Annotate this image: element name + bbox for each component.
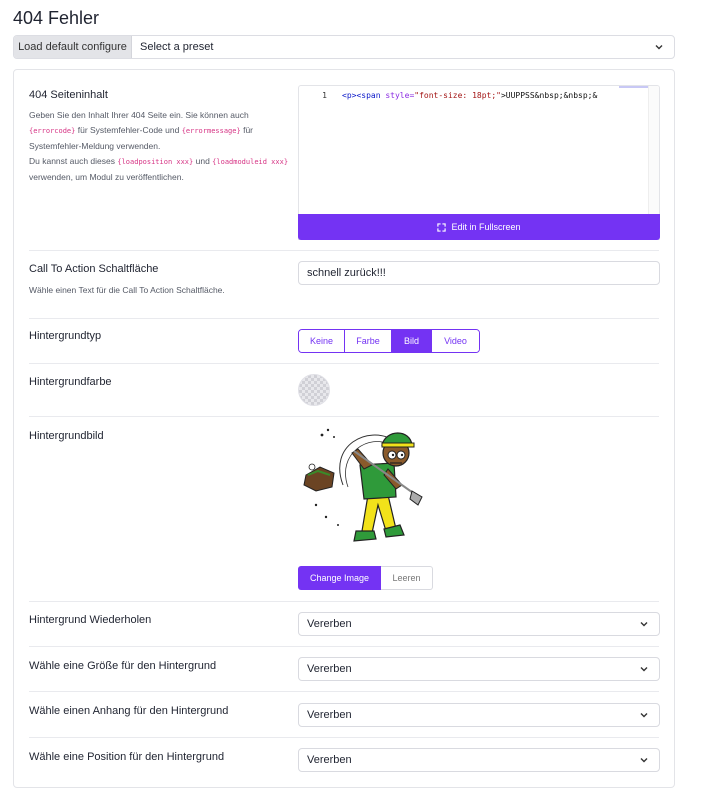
code-rest: >UUPPSS&nbsp;&nbsp;& — [500, 90, 598, 100]
cta-text-input[interactable] — [298, 261, 660, 285]
image-actions: Change Image Leeren — [298, 566, 433, 590]
content-help-text-4: Du kannst auch dieses — [29, 156, 115, 166]
bg-position-value: Vererben — [307, 754, 352, 766]
code-text: <p><span style="font-size: 18pt;">UUPPSS… — [342, 91, 597, 100]
errormessage-token: {errormessage} — [181, 127, 241, 135]
content-label: 404 Seiteninhalt — [29, 89, 108, 101]
divider — [29, 318, 659, 319]
bg-position-select[interactable]: Vererben — [298, 748, 660, 772]
code-string: "font-size: 18pt;" — [414, 90, 501, 100]
bg-type-option-farbe[interactable]: Farbe — [345, 330, 392, 352]
divider — [29, 416, 659, 417]
editor-marker — [619, 86, 649, 88]
divider — [29, 363, 659, 364]
bg-type-option-video[interactable]: Video — [432, 330, 479, 352]
bg-size-value: Vererben — [307, 663, 352, 675]
loadposition-token: {loadposition xxx} — [117, 158, 194, 166]
bg-type-segmented: Keine Farbe Bild Video — [298, 329, 480, 353]
bg-image-label: Hintergrundbild — [29, 430, 104, 442]
bg-repeat-label: Hintergrund Wiederholen — [29, 614, 152, 626]
bg-size-select[interactable]: Vererben — [298, 657, 660, 681]
chevron-down-icon — [655, 45, 663, 50]
golfer-cartoon-image — [303, 428, 423, 542]
chevron-down-icon — [640, 713, 648, 718]
page-title: 404 Fehler — [13, 8, 100, 28]
fullscreen-icon — [437, 222, 447, 232]
divider — [29, 737, 659, 738]
bg-size-label: Wähle eine Größe für den Hintergrund — [29, 660, 217, 672]
bg-type-option-keine[interactable]: Keine — [299, 330, 345, 352]
preset-select-value: Select a preset — [140, 41, 214, 53]
content-help-text-6: verwenden, um Modul zu veröffentlichen. — [29, 172, 184, 182]
code-tag: <p><span — [342, 90, 386, 100]
loadmoduleid-token: {loadmoduleid xxx} — [212, 158, 289, 166]
code-attr: style= — [385, 90, 415, 100]
bg-color-swatch[interactable] — [298, 374, 330, 406]
line-number: 1 — [322, 90, 327, 100]
edit-fullscreen-button[interactable]: Edit in Fullscreen — [298, 214, 660, 240]
errorcode-token: {errorcode} — [29, 127, 76, 135]
content-help-text-1: Geben Sie den Inhalt Ihrer 404 Seite ein… — [29, 110, 249, 120]
bg-repeat-value: Vererben — [307, 618, 352, 630]
preset-select[interactable]: Select a preset — [132, 36, 674, 58]
editor-line: 1 <p><span style="font-size: 18pt;">UUPP… — [299, 88, 597, 102]
divider — [29, 601, 659, 602]
cta-label: Call To Action Schaltfläche — [29, 263, 159, 275]
bg-attachment-select[interactable]: Vererben — [298, 703, 660, 727]
preset-bar: Load default configure Select a preset — [13, 35, 675, 59]
chevron-down-icon — [640, 667, 648, 672]
bg-color-label: Hintergrundfarbe — [29, 376, 112, 388]
bg-attachment-value: Vererben — [307, 709, 352, 721]
divider — [29, 250, 659, 251]
content-help: Geben Sie den Inhalt Ihrer 404 Seite ein… — [29, 108, 291, 185]
settings-panel: 404 Seiteninhalt Geben Sie den Inhalt Ih… — [13, 69, 675, 788]
chevron-down-icon — [640, 622, 648, 627]
bg-position-label: Wähle eine Position für den Hintergrund — [29, 751, 225, 763]
bg-type-option-bild[interactable]: Bild — [392, 330, 432, 352]
content-help-text-5: und — [195, 156, 210, 166]
chevron-down-icon — [640, 758, 648, 763]
divider — [29, 646, 659, 647]
fullscreen-label: Edit in Fullscreen — [451, 222, 521, 232]
bg-attachment-label: Wähle einen Anhang für den Hintergrund — [29, 705, 229, 717]
bg-repeat-select[interactable]: Vererben — [298, 612, 660, 636]
content-help-text-2: für Systemfehler-Code und — [77, 125, 180, 135]
load-default-config-button[interactable]: Load default configure — [14, 36, 132, 58]
change-image-button[interactable]: Change Image — [298, 566, 381, 590]
bg-type-label: Hintergrundtyp — [29, 330, 102, 342]
divider — [29, 691, 659, 692]
clear-image-button[interactable]: Leeren — [381, 566, 433, 590]
cta-help: Wähle einen Text für die Call To Action … — [29, 285, 225, 295]
